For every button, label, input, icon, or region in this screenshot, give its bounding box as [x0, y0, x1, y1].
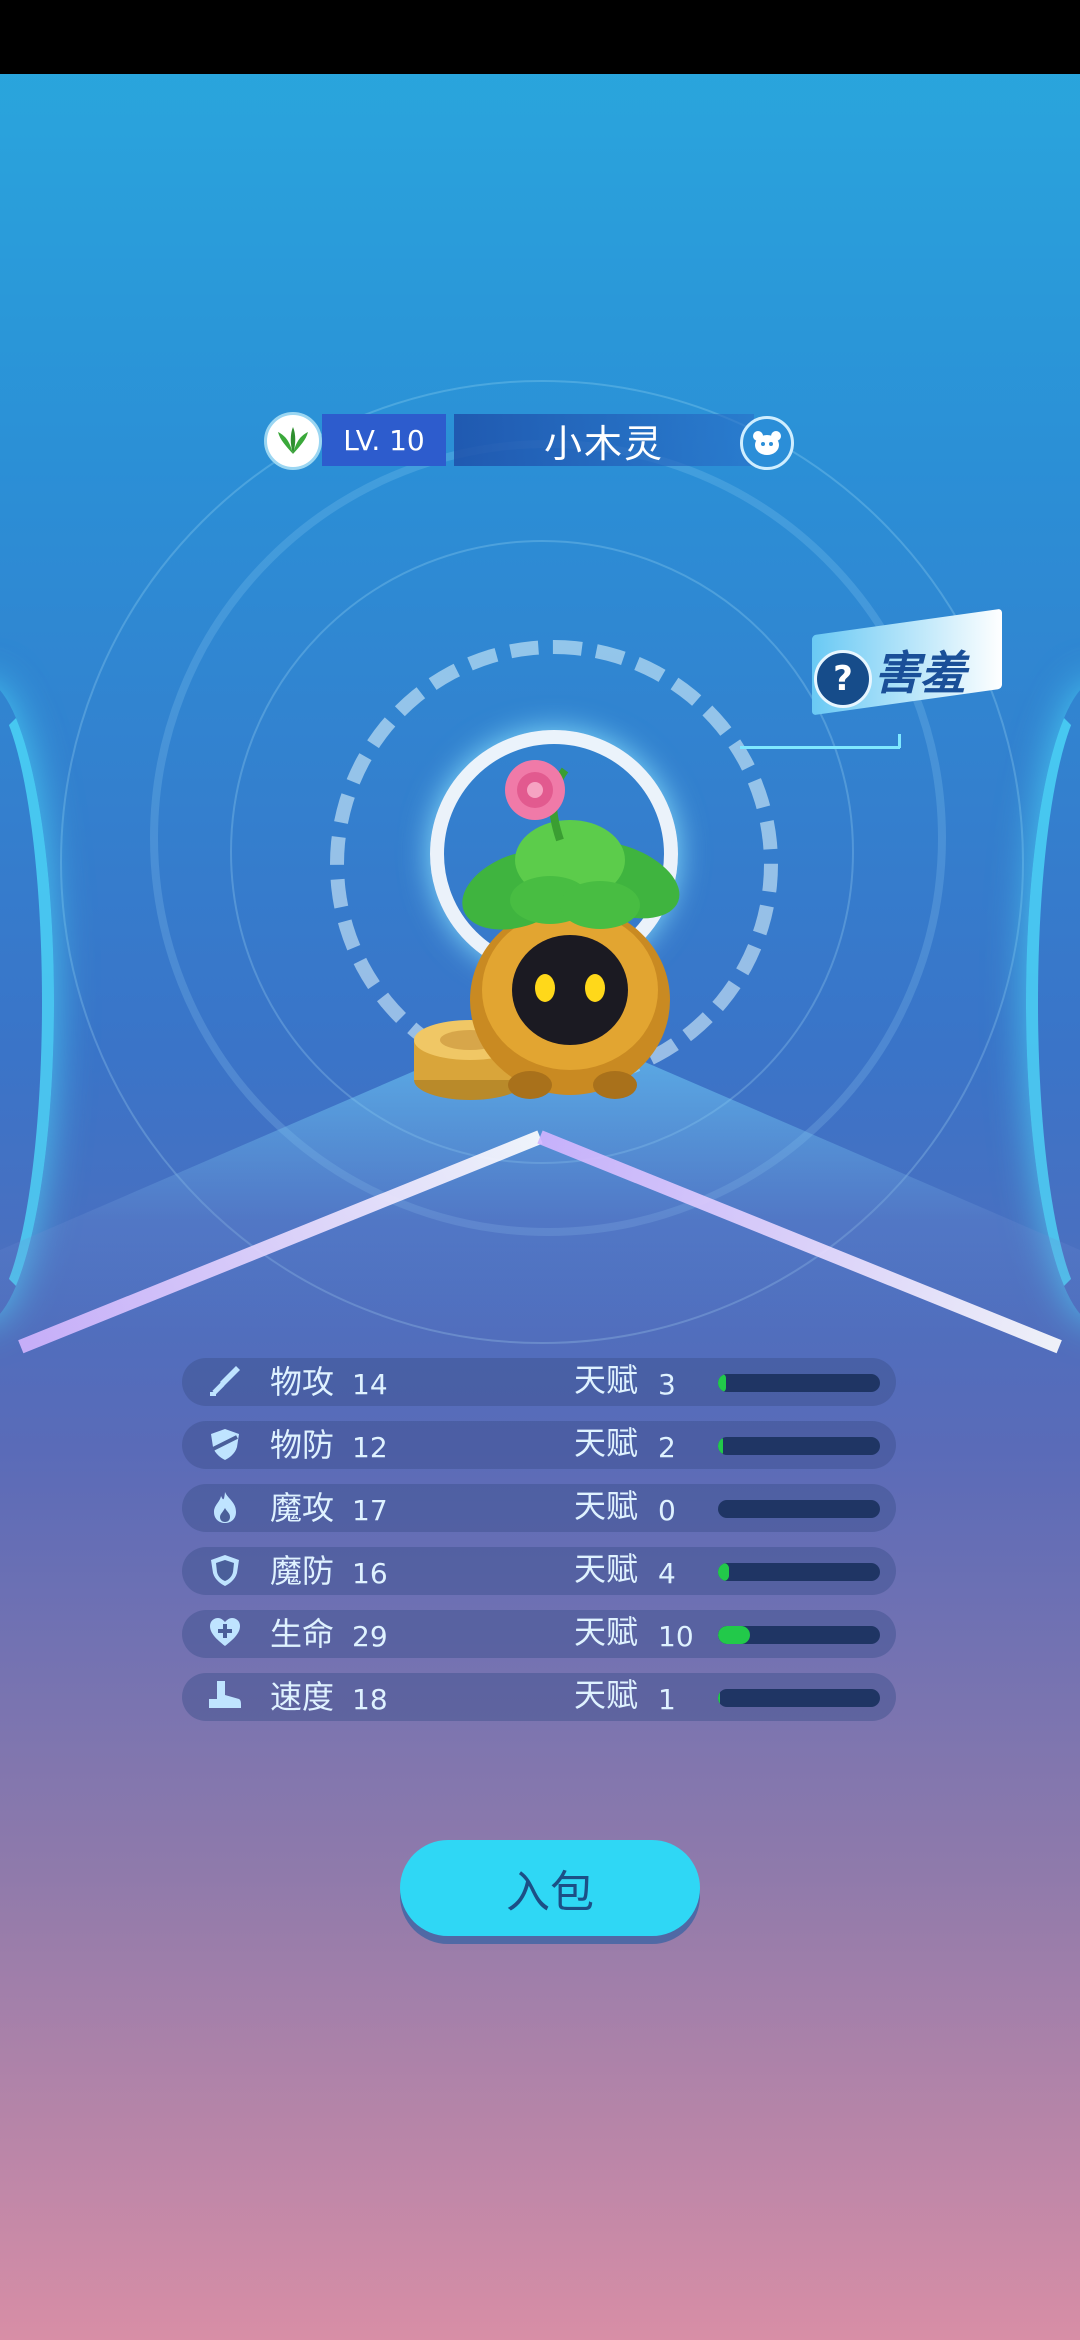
talent-bar [718, 1563, 880, 1581]
stat-row-magic-defense: 魔防 16 天赋 4 [182, 1547, 896, 1595]
stat-name: 物防 [270, 1426, 335, 1464]
sword-icon [206, 1364, 244, 1400]
shield-slash-icon [206, 1427, 244, 1463]
flame-icon [206, 1490, 244, 1526]
talent-bar [718, 1437, 880, 1455]
talent-value: 10 [658, 1620, 694, 1653]
screen: LV. 10 小木灵 ? 害羞 物攻 14 天赋 3 物防 12 天赋 2 魔攻… [0, 0, 1080, 2340]
stat-row-magic-attack: 魔攻 17 天赋 0 [182, 1484, 896, 1532]
trait-label: 害羞 [874, 646, 966, 700]
stat-value: 16 [352, 1557, 388, 1590]
trait-pointer-line [740, 746, 900, 749]
stat-value: 14 [352, 1368, 388, 1401]
pet-header: LV. 10 小木灵 [264, 410, 794, 470]
talent-value: 3 [658, 1368, 676, 1401]
stat-value: 17 [352, 1494, 388, 1527]
talent-value: 2 [658, 1431, 676, 1464]
level-badge: LV. 10 [322, 414, 446, 466]
talent-value: 0 [658, 1494, 676, 1527]
pet-face-icon[interactable] [740, 416, 794, 470]
leaf-icon[interactable] [264, 412, 322, 470]
trait-question-icon[interactable]: ? [814, 650, 872, 708]
stat-row-speed: 速度 18 天赋 1 [182, 1673, 896, 1721]
stat-name: 魔防 [270, 1552, 335, 1590]
talent-label: 天赋 [574, 1550, 639, 1588]
talent-bar-fill [718, 1374, 727, 1392]
stat-name: 生命 [270, 1615, 335, 1653]
stat-value: 18 [352, 1683, 388, 1716]
talent-label: 天赋 [574, 1613, 639, 1651]
stat-row-physical-attack: 物攻 14 天赋 3 [182, 1358, 896, 1406]
stat-name: 魔攻 [270, 1489, 335, 1527]
talent-bar-fill [718, 1626, 751, 1644]
stats-panel: 物攻 14 天赋 3 物防 12 天赋 2 魔攻 17 天赋 0 魔防 16 天… [182, 1358, 896, 1736]
stat-value: 29 [352, 1620, 388, 1653]
stat-value: 12 [352, 1431, 388, 1464]
talent-label: 天赋 [574, 1361, 639, 1399]
stat-row-hp: 生命 29 天赋 10 [182, 1610, 896, 1658]
talent-label: 天赋 [574, 1487, 639, 1525]
pet-creature-image [414, 760, 680, 1100]
talent-bar [718, 1626, 880, 1644]
talent-label: 天赋 [574, 1424, 639, 1462]
talent-label: 天赋 [574, 1676, 639, 1714]
talent-bar-fill [718, 1437, 723, 1455]
stat-row-physical-defense: 物防 12 天赋 2 [182, 1421, 896, 1469]
talent-value: 1 [658, 1683, 676, 1716]
shield-icon [206, 1553, 244, 1589]
add-to-bag-button[interactable]: 入包 [400, 1840, 700, 1936]
talent-bar-fill [718, 1689, 720, 1707]
status-bar [0, 0, 1080, 74]
talent-value: 4 [658, 1557, 676, 1590]
talent-bar [718, 1500, 880, 1518]
stat-name: 速度 [270, 1678, 335, 1716]
talent-bar-fill [718, 1563, 730, 1581]
stat-name: 物攻 [270, 1363, 335, 1401]
boot-icon [206, 1679, 244, 1715]
trait-pointer-tick [898, 734, 901, 748]
talent-bar [718, 1689, 880, 1707]
talent-bar [718, 1374, 880, 1392]
side-glow-right [1026, 680, 1080, 1324]
heart-plus-icon [206, 1616, 244, 1652]
pet-name: 小木灵 [454, 414, 754, 466]
side-glow-left [0, 680, 54, 1324]
